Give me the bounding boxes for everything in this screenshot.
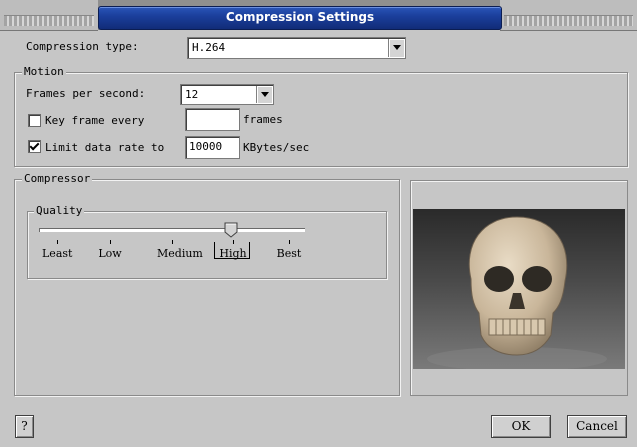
limit-rate-input[interactable]: 10000: [185, 136, 240, 159]
limit-rate-label: Limit data rate to: [45, 141, 165, 154]
title-bar-right-grip: [500, 0, 637, 31]
keyframe-input[interactable]: [185, 108, 240, 131]
compression-type-value: H.264: [192, 41, 226, 54]
title-bar[interactable]: Compression Settings: [0, 0, 637, 31]
quality-tick: [172, 240, 173, 244]
quality-level-label[interactable]: Medium: [157, 247, 203, 260]
keyframe-label: Key frame every: [45, 114, 145, 127]
keyframe-unit: frames: [243, 113, 283, 126]
fps-select[interactable]: 12: [180, 84, 274, 105]
skull-icon: [427, 216, 607, 371]
quality-slider-track[interactable]: [39, 228, 305, 232]
quality-level-label[interactable]: Low: [95, 247, 125, 260]
compression-type-select[interactable]: H.264: [187, 37, 406, 59]
limit-rate-value: 10000: [189, 140, 223, 153]
cancel-button[interactable]: Cancel: [567, 415, 627, 438]
quality-selected-marker: [214, 242, 250, 259]
quality-level-label[interactable]: Best: [274, 247, 304, 260]
title-bar-left-grip: [0, 0, 98, 31]
fps-value: 12: [185, 88, 199, 101]
chevron-down-icon[interactable]: [388, 39, 404, 57]
quality-tick: [110, 240, 111, 244]
quality-tick: [289, 240, 290, 244]
fps-label: Frames per second:: [26, 87, 146, 100]
motion-group-title: Motion: [22, 65, 66, 78]
limit-rate-checkbox[interactable]: [28, 140, 41, 153]
preview-image: [413, 209, 625, 371]
limit-rate-unit: KBytes/sec: [243, 141, 310, 154]
quality-slider-thumb[interactable]: [224, 222, 238, 238]
compressor-group-title: Compressor: [22, 172, 93, 185]
help-button[interactable]: ?: [15, 415, 34, 438]
quality-tick: [57, 240, 58, 244]
quality-group-title: Quality: [34, 204, 85, 217]
quality-level-label[interactable]: Least: [42, 247, 72, 260]
compression-type-label: Compression type:: [26, 40, 139, 53]
ok-button[interactable]: OK: [491, 415, 551, 438]
chevron-down-icon[interactable]: [256, 86, 272, 103]
window-title: Compression Settings: [225, 10, 375, 24]
keyframe-checkbox[interactable]: [28, 114, 41, 127]
quality-group: [27, 211, 387, 279]
